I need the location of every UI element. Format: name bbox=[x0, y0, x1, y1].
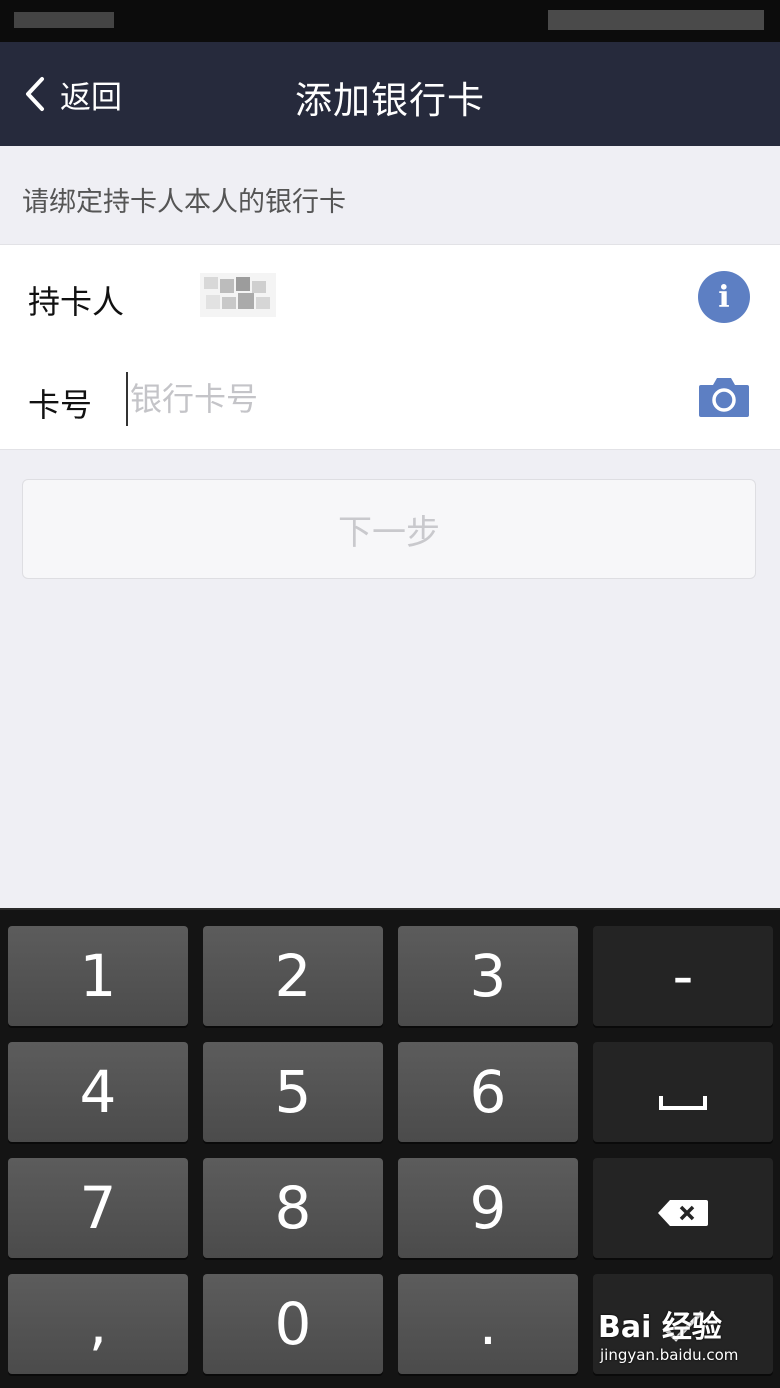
info-icon[interactable]: i bbox=[698, 271, 750, 323]
space-icon bbox=[658, 1058, 708, 1126]
key-1[interactable]: 1 bbox=[8, 926, 188, 1026]
key-7[interactable]: 7 bbox=[8, 1158, 188, 1258]
key-2[interactable]: 2 bbox=[203, 926, 383, 1026]
key-9[interactable]: 9 bbox=[398, 1158, 578, 1258]
key-8[interactable]: 8 bbox=[203, 1158, 383, 1258]
watermark-logo: Bai 经验 bbox=[598, 1310, 722, 1345]
watermark-url: jingyan.baidu.com bbox=[600, 1346, 739, 1364]
next-step-button[interactable]: 下一步 bbox=[22, 479, 756, 579]
page-title: 添加银行卡 bbox=[295, 79, 485, 122]
status-icons-blur bbox=[548, 10, 764, 30]
masked-holder-name bbox=[200, 273, 276, 317]
status-carrier-blur bbox=[14, 12, 114, 28]
watermark: Bai 经验 jingyan.baidu.com bbox=[598, 1302, 738, 1364]
key-0[interactable]: 0 bbox=[203, 1274, 383, 1374]
card-number-input[interactable] bbox=[126, 372, 672, 426]
card-holder-label: 持卡人 bbox=[28, 283, 125, 321]
key-period[interactable]: . bbox=[398, 1274, 578, 1374]
key-comma[interactable]: , bbox=[8, 1274, 188, 1374]
camera-icon[interactable] bbox=[697, 375, 751, 423]
nav-bar: 返回 添加银行卡 bbox=[0, 42, 780, 146]
key-4[interactable]: 4 bbox=[8, 1042, 188, 1142]
hint-text: 请绑定持卡人本人的银行卡 bbox=[22, 187, 346, 218]
key-backspace[interactable] bbox=[593, 1158, 773, 1258]
key-space[interactable] bbox=[593, 1042, 773, 1142]
key-5[interactable]: 5 bbox=[203, 1042, 383, 1142]
card-holder-row: 持卡人 bbox=[0, 244, 780, 349]
key-3[interactable]: 3 bbox=[398, 926, 578, 1026]
key-6[interactable]: 6 bbox=[398, 1042, 578, 1142]
status-bar bbox=[0, 0, 780, 42]
backspace-icon bbox=[656, 1174, 710, 1242]
key-dash[interactable]: - bbox=[593, 926, 773, 1026]
card-number-label: 卡号 bbox=[28, 386, 93, 424]
